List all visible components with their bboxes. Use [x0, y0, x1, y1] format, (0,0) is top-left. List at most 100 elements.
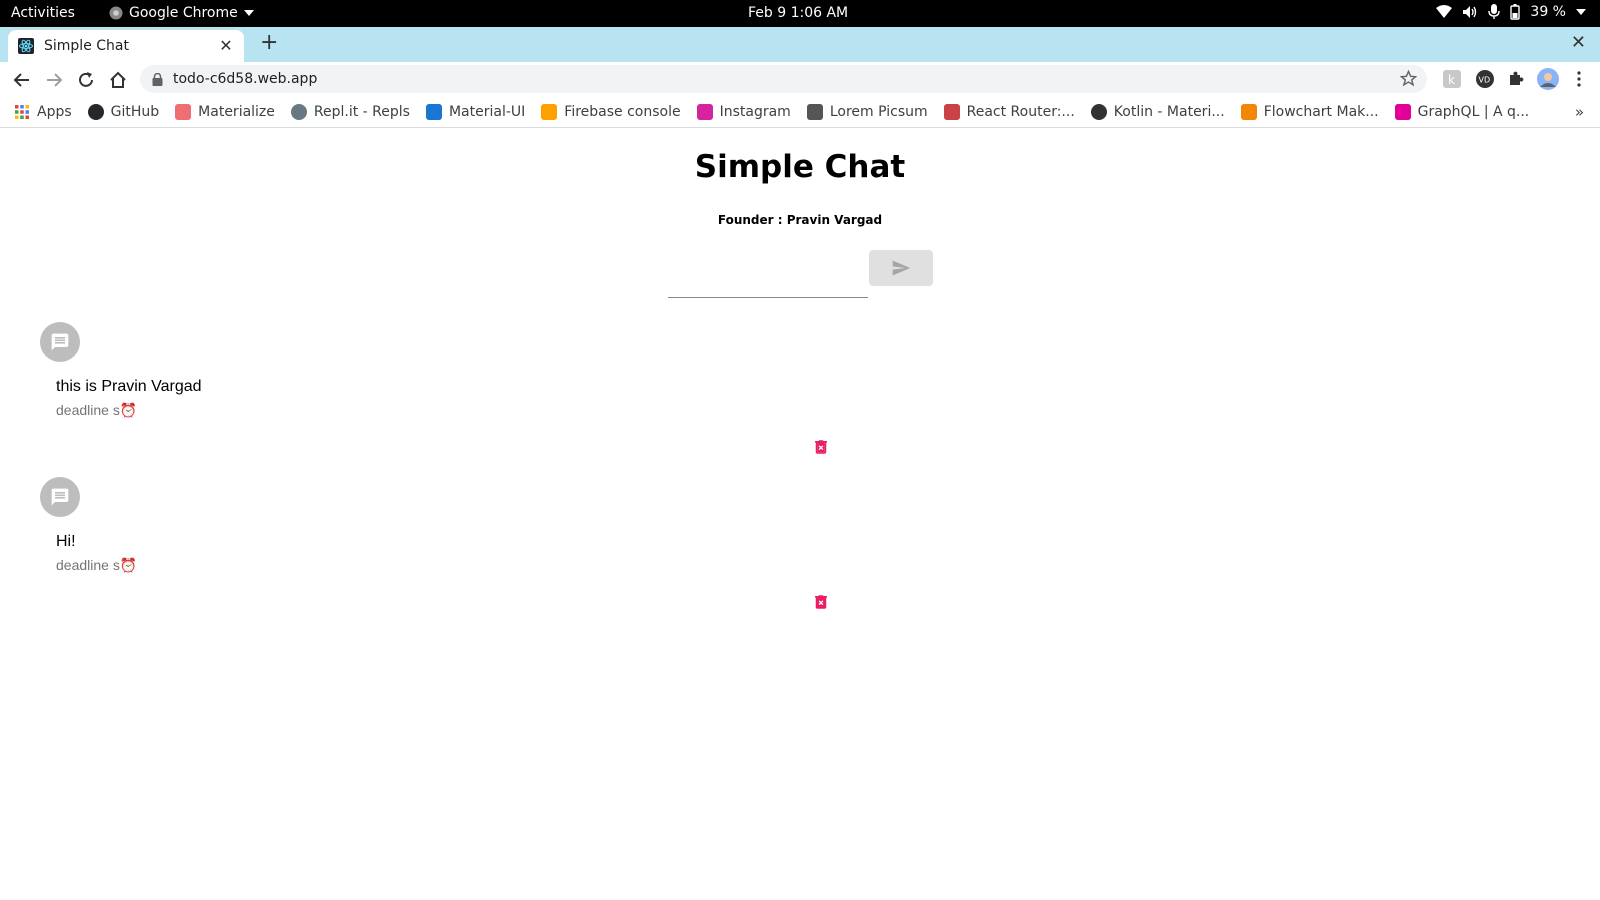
message-meta: deadline s⏰: [56, 402, 138, 418]
bookmark-lorem-picsum[interactable]: Lorem Picsum: [806, 103, 928, 120]
volume-icon: [1463, 6, 1477, 18]
system-top-bar: Activities Google Chrome Feb 9 1:06 AM 3…: [0, 0, 1600, 27]
bookmark-materialize[interactable]: Materialize: [175, 103, 275, 120]
bookmark-flowchart[interactable]: Flowchart Mak...: [1240, 103, 1379, 120]
bookmark-instagram[interactable]: Instagram: [696, 103, 791, 120]
apps-grid-icon: [15, 104, 29, 119]
activities-button[interactable]: Activities: [11, 5, 75, 21]
bookmark-material-ui[interactable]: Material-UI: [425, 103, 526, 120]
home-button[interactable]: [106, 68, 130, 92]
extension-vd-icon: VD: [1476, 70, 1494, 88]
message-text: this is Pravin Vargad: [56, 378, 202, 395]
reload-icon: [79, 72, 93, 87]
battery-icon: [1510, 4, 1521, 20]
window-close-icon[interactable]: ✕: [1571, 32, 1586, 53]
material-ui-icon: [425, 103, 442, 120]
message-icon: [51, 333, 69, 351]
bookmark-label: React Router:...: [966, 103, 1075, 120]
bookmark-label: Kotlin - Materi...: [1113, 103, 1225, 120]
clock[interactable]: Feb 9 1:06 AM: [748, 5, 848, 21]
bookmark-label: GraphQL | A q...: [1417, 103, 1530, 120]
founder-subtitle: Founder : Pravin Vargad: [717, 213, 883, 227]
page-content: Simple Chat Founder : Pravin Vargad this…: [0, 129, 1600, 900]
bookmark-replit[interactable]: Repl.it - Repls: [290, 103, 410, 120]
chrome-icon: [109, 6, 123, 20]
bookmark-label: GitHub: [110, 103, 160, 120]
bookmarks-overflow-icon[interactable]: »: [1575, 103, 1584, 121]
bookmark-firebase[interactable]: Firebase console: [541, 103, 681, 120]
firebase-icon: [541, 103, 558, 120]
chevron-down-icon: [243, 10, 254, 16]
wifi-icon: [1436, 5, 1453, 18]
bookmark-label: Firebase console: [564, 103, 681, 120]
tab-simple-chat[interactable]: Simple Chat ✕: [8, 30, 244, 62]
forward-button[interactable]: [42, 68, 66, 92]
avatar: [40, 322, 80, 362]
avatar: [40, 477, 80, 517]
new-tab-button[interactable]: +: [260, 32, 278, 54]
bookmark-label: Materialize: [198, 103, 275, 120]
list-item: Hi! deadline s⏰: [40, 477, 840, 617]
svg-text:k: k: [1448, 73, 1455, 87]
materialize-icon: [175, 103, 192, 120]
battery-percentage: 39 %: [1530, 4, 1566, 20]
bookmark-apps[interactable]: Apps: [14, 104, 72, 120]
microphone-icon: [1488, 4, 1501, 19]
browser-toolbar: todo-c6d58.web.app k VD: [0, 62, 1600, 96]
extension-k-icon: k: [1443, 70, 1461, 88]
home-icon: [110, 71, 126, 88]
chevron-down-icon: [1576, 9, 1586, 15]
page-title: Simple Chat: [694, 149, 906, 185]
message-input-wrapper: [668, 264, 875, 298]
bookmark-github[interactable]: GitHub: [87, 103, 160, 120]
bookmark-label: Instagram: [719, 103, 791, 120]
bookmarks-bar: Apps GitHub Materialize Repl.it - Repls …: [0, 96, 1600, 128]
profile-button[interactable]: [1537, 68, 1559, 90]
bookmark-label: Flowchart Mak...: [1263, 103, 1379, 120]
reload-button[interactable]: [74, 68, 98, 92]
extension-button[interactable]: VD: [1474, 68, 1496, 90]
github-icon: [87, 103, 104, 120]
list-item: this is Pravin Vargad deadline s⏰: [40, 322, 840, 462]
system-status-area[interactable]: 39 %: [1436, 4, 1586, 20]
address-bar[interactable]: todo-c6d58.web.app: [140, 65, 1427, 93]
app-menu-label: Google Chrome: [129, 5, 238, 21]
tab-close-icon[interactable]: ✕: [218, 38, 234, 54]
extensions-menu-button[interactable]: [1505, 68, 1527, 90]
svg-text:VD: VD: [1479, 76, 1491, 85]
arrow-left-icon: [13, 73, 29, 87]
send-button[interactable]: [869, 250, 933, 286]
bookmark-label: Lorem Picsum: [829, 103, 928, 120]
bookmark-star-icon[interactable]: [1400, 70, 1417, 87]
react-favicon-icon: [18, 38, 34, 54]
message-meta: deadline s⏰: [56, 557, 138, 573]
picsum-icon: [806, 103, 823, 120]
instagram-icon: [696, 103, 713, 120]
delete-icon[interactable]: [812, 592, 830, 612]
back-button[interactable]: [10, 68, 34, 92]
arrow-right-icon: [47, 73, 63, 87]
tab-strip: Simple Chat ✕: [0, 27, 1600, 62]
bookmark-graphql[interactable]: GraphQL | A q...: [1394, 103, 1530, 120]
message-icon: [51, 488, 69, 506]
kotlin-icon: [1090, 103, 1107, 120]
bookmark-label: Material-UI: [448, 103, 526, 120]
extension-button[interactable]: k: [1441, 68, 1463, 90]
chrome-menu-button[interactable]: [1568, 68, 1590, 90]
flowchart-icon: [1240, 103, 1257, 120]
replit-icon: [290, 103, 307, 120]
bookmark-kotlin[interactable]: Kotlin - Materi...: [1090, 103, 1225, 120]
bookmark-react-router[interactable]: React Router:...: [943, 103, 1075, 120]
tab-title: Simple Chat: [44, 38, 129, 54]
avatar-icon: [1537, 68, 1559, 90]
message-input[interactable]: [676, 272, 875, 289]
bookmark-label: Repl.it - Repls: [313, 103, 410, 120]
send-icon: [892, 260, 911, 276]
delete-icon[interactable]: [812, 437, 830, 457]
react-router-icon: [943, 103, 960, 120]
app-menu[interactable]: Google Chrome: [109, 5, 254, 21]
url-text: todo-c6d58.web.app: [173, 71, 318, 87]
more-vertical-icon: [1577, 71, 1581, 87]
message-text: Hi!: [56, 533, 76, 550]
graphql-icon: [1394, 103, 1411, 120]
